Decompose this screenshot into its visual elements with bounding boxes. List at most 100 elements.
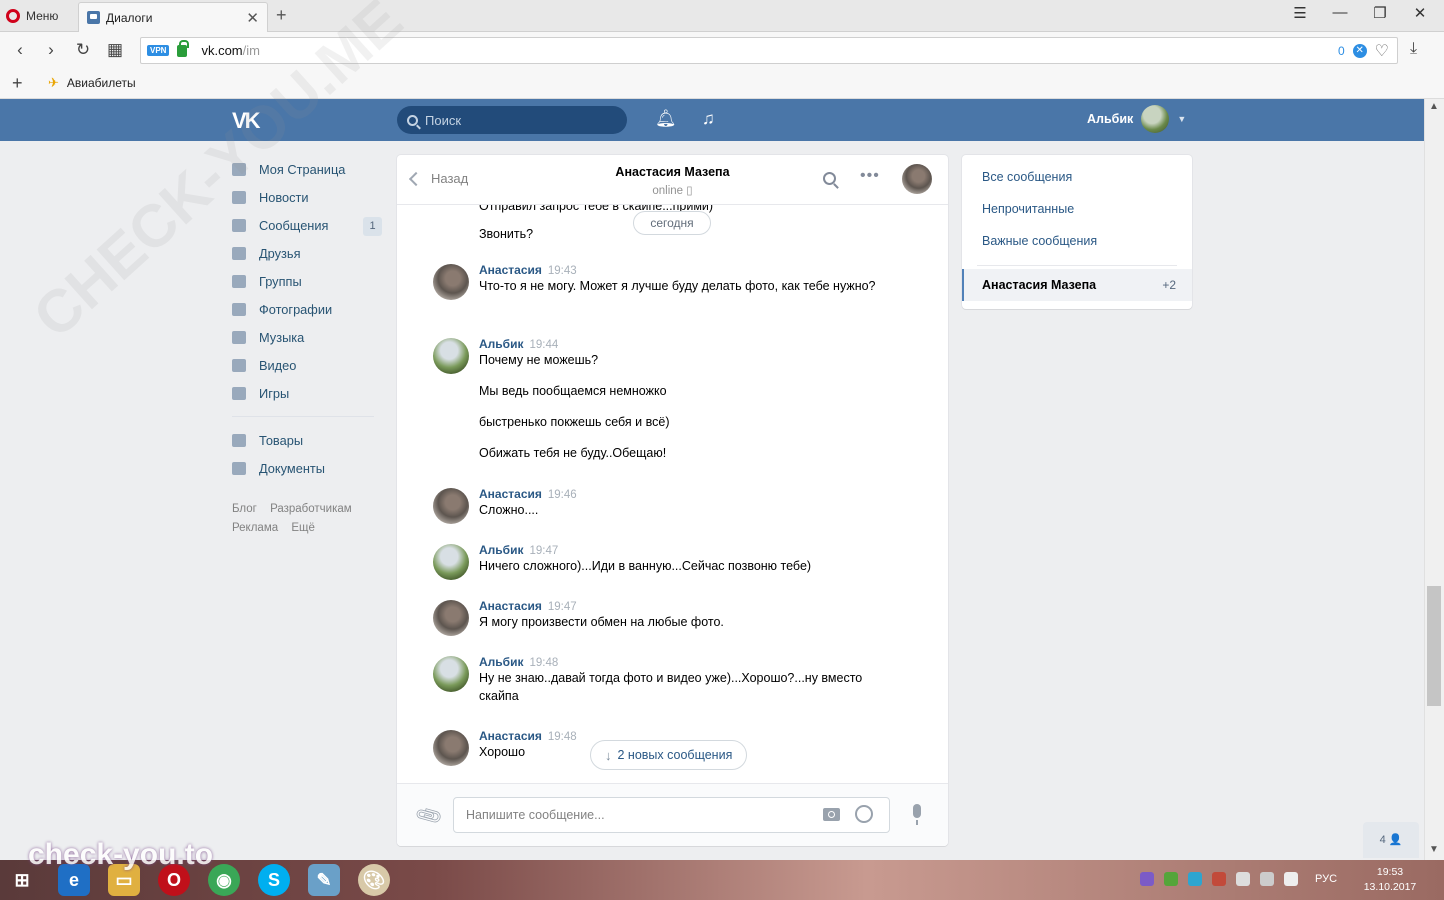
avatar[interactable] <box>433 656 469 692</box>
address-toolbar: ‹ › ↻ ▦ VPN vk.com/im 0 ✕ ♡ ⤓ <box>0 32 1444 68</box>
message-time: 19:47 <box>547 601 577 613</box>
message-item[interactable]: Анастасия 19:43 Что-то я не могу. Может я … <box>433 263 903 300</box>
music-icon <box>232 330 246 344</box>
watermark-brand: check-you.to <box>28 838 214 871</box>
footer-link-blog[interactable]: Блог <box>232 503 257 515</box>
emoji-icon[interactable] <box>855 805 873 823</box>
adblock-icon[interactable]: ✕ <box>1352 43 1367 58</box>
sidebar-item-news[interactable]: Новости <box>232 183 382 211</box>
search-icon[interactable] <box>823 172 836 185</box>
tray-app-icon[interactable] <box>1188 872 1202 886</box>
new-messages-button[interactable]: ↓ 2 новых сообщения <box>590 740 748 770</box>
network-icon[interactable] <box>1260 872 1274 886</box>
back-icon[interactable]: ‹ <box>9 40 31 60</box>
avatar[interactable] <box>902 164 932 194</box>
tab-close-icon[interactable]: ✕ <box>246 9 259 27</box>
footer-link-developers[interactable]: Разработчикам <box>270 503 352 515</box>
reload-icon[interactable]: ↻ <box>72 40 94 60</box>
window-close-icon[interactable]: ✕ <box>1400 4 1440 22</box>
tray-app-icon[interactable] <box>1212 872 1226 886</box>
vpn-badge[interactable]: VPN <box>147 45 170 56</box>
new-tab-button[interactable]: + <box>276 5 287 26</box>
message-author[interactable]: Анастасия <box>479 487 542 501</box>
sidebar-item-video[interactable]: Видео <box>232 351 382 379</box>
message-text: Обижать тебя не буду..Обещаю! <box>479 446 667 460</box>
avatar[interactable] <box>433 488 469 524</box>
avatar[interactable] <box>433 264 469 300</box>
heart-icon[interactable]: ♡ <box>1375 41 1389 61</box>
back-button[interactable]: Назад <box>408 171 468 186</box>
message-item[interactable]: Альбик 19:47 Ничего сложного)...Иди в ванн… <box>433 543 903 580</box>
filter-all-messages[interactable]: Все сообщения <box>982 170 1072 184</box>
page-scrollbar[interactable]: ▲ ▼ <box>1424 99 1444 860</box>
skype-icon[interactable]: S <box>258 864 290 896</box>
avatar[interactable] <box>433 730 469 766</box>
message-item[interactable]: Альбик 19:44 Почему не можешь? Мы ведь пооб… <box>433 337 903 462</box>
viber-icon[interactable] <box>1140 872 1154 886</box>
tray-app-icon[interactable] <box>1164 872 1178 886</box>
message-author[interactable]: Анастасия <box>479 729 542 743</box>
message-time: 19:48 <box>529 657 559 669</box>
footer-link-ads[interactable]: Реклама <box>232 522 278 534</box>
avatar[interactable] <box>433 600 469 636</box>
message-item[interactable]: Анастасия 19:47 Я могу произвести обмен на… <box>433 599 903 636</box>
avatar[interactable] <box>433 338 469 374</box>
music-note-icon[interactable]: ♫ <box>702 109 715 129</box>
speed-dial-icon[interactable]: ▦ <box>104 40 126 60</box>
sidebar-item-groups[interactable]: Группы <box>232 267 382 295</box>
filter-unread[interactable]: Непрочитанные <box>982 202 1074 216</box>
user-menu[interactable]: Альбик ▼ <box>1087 105 1186 133</box>
message-item[interactable]: Анастасия 19:46 Сложно.... <box>433 487 903 524</box>
footer-link-more[interactable]: Ещё <box>291 522 315 534</box>
filter-important[interactable]: Важные сообщения <box>982 234 1097 248</box>
tab-menu-icon[interactable]: ☰ <box>1280 4 1320 22</box>
message-author[interactable]: Альбик <box>479 337 523 351</box>
sidebar-item-friends[interactable]: Друзья <box>232 239 382 267</box>
notepad-icon[interactable]: ✎ <box>308 864 340 896</box>
opera-menu-button[interactable]: Меню <box>6 6 58 26</box>
search-input[interactable]: Поиск <box>397 106 627 134</box>
sidebar-item-games[interactable]: Игры <box>232 379 382 407</box>
forward-icon[interactable]: › <box>40 40 62 60</box>
scroll-up-icon[interactable]: ▲ <box>1429 101 1439 112</box>
notifications-bell-icon[interactable]: 🔔︎ <box>655 109 677 129</box>
sidebar-item-documents[interactable]: Документы <box>232 454 382 482</box>
date-divider: сегодня <box>633 211 711 235</box>
message-author[interactable]: Альбик <box>479 655 523 669</box>
sidebar-item-label: Товары <box>259 432 304 448</box>
add-bookmark-button[interactable]: + <box>12 73 28 94</box>
bookmark-item[interactable]: ✈ Авиабилеты <box>48 75 136 91</box>
browser-tab-dialogs[interactable]: Диалоги ✕ <box>78 2 268 32</box>
camera-icon[interactable] <box>823 808 840 821</box>
more-icon[interactable]: ••• <box>860 167 880 185</box>
volume-icon[interactable] <box>1284 872 1298 886</box>
message-author[interactable]: Анастасия <box>479 263 542 277</box>
system-tray <box>1140 872 1298 886</box>
sidebar-item-label: Сообщения <box>259 217 329 233</box>
minimize-icon[interactable]: — <box>1320 4 1360 21</box>
message-item[interactable]: Альбик 19:48 Ну не знаю..давай тогда фото … <box>433 655 903 705</box>
message-author[interactable]: Анастасия <box>479 599 542 613</box>
message-history[interactable]: Отправил запрос тебе в скайпе...прими) с… <box>397 205 948 783</box>
sidebar-item-photos[interactable]: Фотографии <box>232 295 382 323</box>
active-dialog-item[interactable]: Анастасия Мазепа +2 <box>962 269 1192 301</box>
url-path: /im <box>242 43 260 58</box>
sidebar-item-goods[interactable]: Товары <box>232 426 382 454</box>
scrollbar-thumb[interactable] <box>1427 586 1441 706</box>
language-indicator[interactable]: РУС <box>1315 873 1337 885</box>
microphone-icon[interactable] <box>913 804 921 825</box>
chat-panel: Анастасия Мазепа online ▯ Назад ••• Отпр… <box>397 155 948 846</box>
lock-icon[interactable] <box>177 39 190 57</box>
paperclip-icon[interactable]: 📎︎ <box>413 800 446 833</box>
sidebar-item-music[interactable]: Музыка <box>232 323 382 351</box>
message-author[interactable]: Альбик <box>479 543 523 557</box>
paint-icon[interactable]: 🎨︎ <box>358 864 390 896</box>
scroll-down-icon[interactable]: ▼ <box>1429 844 1439 855</box>
download-icon[interactable]: ⤓ <box>1410 40 1417 58</box>
avatar[interactable] <box>433 544 469 580</box>
sidebar-item-messages[interactable]: Сообщения 1 <box>232 211 382 239</box>
arrow-up-icon[interactable] <box>1236 872 1250 886</box>
restore-icon[interactable]: ❐ <box>1360 4 1400 22</box>
online-friends-button[interactable]: 4 👤 <box>1363 822 1419 858</box>
clock[interactable]: 19:53 13.10.2017 <box>1360 865 1420 895</box>
